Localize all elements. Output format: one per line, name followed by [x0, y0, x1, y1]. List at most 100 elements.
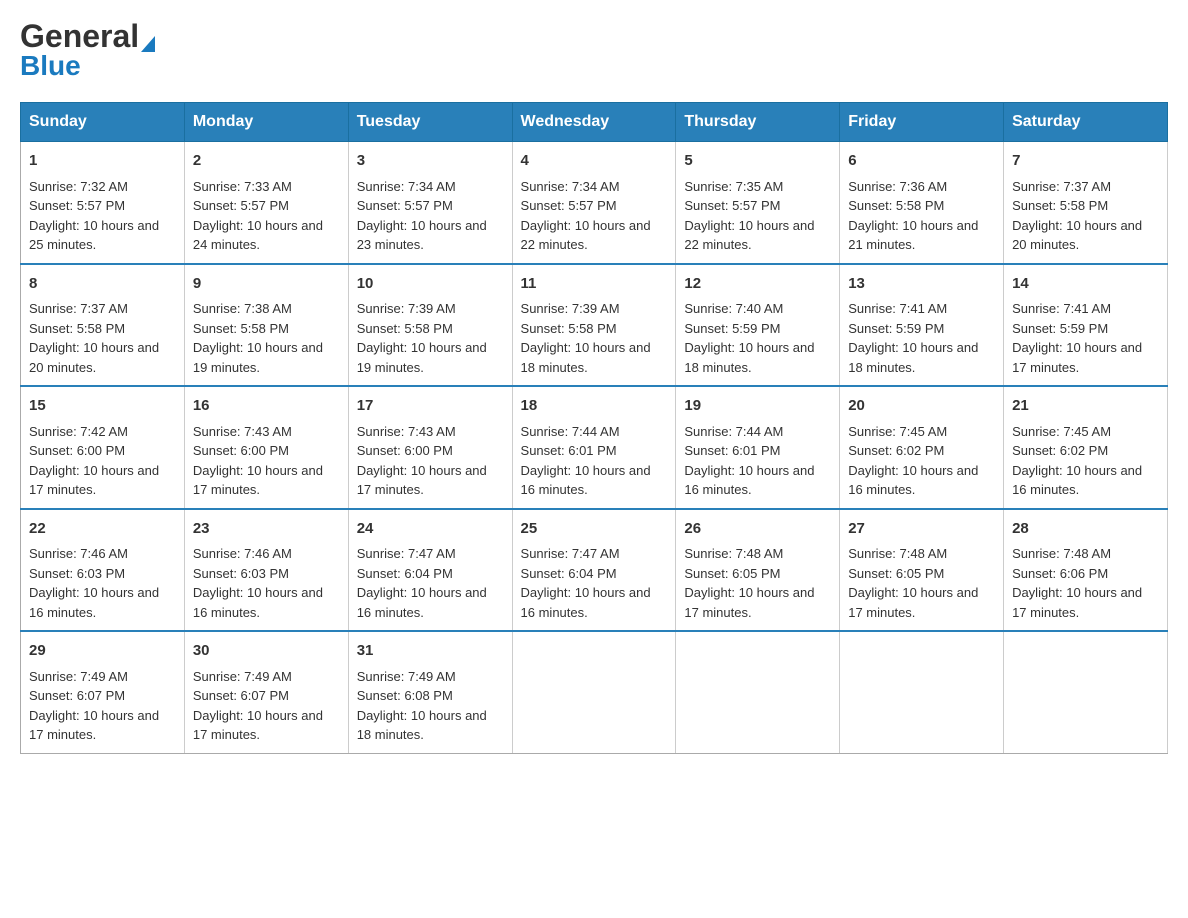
calendar-cell: 14Sunrise: 7:41 AMSunset: 5:59 PMDayligh…	[1004, 264, 1168, 387]
calendar-cell: 25Sunrise: 7:47 AMSunset: 6:04 PMDayligh…	[512, 509, 676, 632]
day-number: 5	[684, 150, 831, 173]
calendar-cell: 23Sunrise: 7:46 AMSunset: 6:03 PMDayligh…	[184, 509, 348, 632]
calendar-cell: 8Sunrise: 7:37 AMSunset: 5:58 PMDaylight…	[21, 264, 185, 387]
calendar-cell: 30Sunrise: 7:49 AMSunset: 6:07 PMDayligh…	[184, 631, 348, 753]
day-number: 8	[29, 273, 176, 296]
sunset-label: Sunset: 6:04 PM	[357, 566, 453, 581]
daylight-label: Daylight: 10 hours and 21 minutes.	[848, 218, 978, 253]
sunset-label: Sunset: 6:01 PM	[684, 443, 780, 458]
sunrise-label: Sunrise: 7:49 AM	[29, 669, 128, 684]
sunset-label: Sunset: 6:04 PM	[521, 566, 617, 581]
day-number: 7	[1012, 150, 1159, 173]
sunset-label: Sunset: 6:07 PM	[193, 688, 289, 703]
day-number: 21	[1012, 395, 1159, 418]
sunset-label: Sunset: 5:58 PM	[193, 321, 289, 336]
sunset-label: Sunset: 5:59 PM	[1012, 321, 1108, 336]
daylight-label: Daylight: 10 hours and 17 minutes.	[29, 708, 159, 743]
daylight-label: Daylight: 10 hours and 22 minutes.	[521, 218, 651, 253]
sunrise-label: Sunrise: 7:35 AM	[684, 179, 783, 194]
day-number: 25	[521, 518, 668, 541]
daylight-label: Daylight: 10 hours and 16 minutes.	[521, 463, 651, 498]
calendar-cell: 3Sunrise: 7:34 AMSunset: 5:57 PMDaylight…	[348, 142, 512, 264]
daylight-label: Daylight: 10 hours and 18 minutes.	[521, 340, 651, 375]
day-number: 11	[521, 273, 668, 296]
sunrise-label: Sunrise: 7:46 AM	[193, 546, 292, 561]
day-number: 28	[1012, 518, 1159, 541]
calendar-cell	[1004, 631, 1168, 753]
sunset-label: Sunset: 6:07 PM	[29, 688, 125, 703]
daylight-label: Daylight: 10 hours and 17 minutes.	[848, 585, 978, 620]
page-header: General Blue	[20, 20, 1168, 82]
sunrise-label: Sunrise: 7:33 AM	[193, 179, 292, 194]
daylight-label: Daylight: 10 hours and 19 minutes.	[357, 340, 487, 375]
day-header-saturday: Saturday	[1004, 103, 1168, 142]
day-number: 18	[521, 395, 668, 418]
sunset-label: Sunset: 5:57 PM	[357, 198, 453, 213]
sunrise-label: Sunrise: 7:43 AM	[193, 424, 292, 439]
sunset-label: Sunset: 6:02 PM	[848, 443, 944, 458]
calendar-cell: 7Sunrise: 7:37 AMSunset: 5:58 PMDaylight…	[1004, 142, 1168, 264]
daylight-label: Daylight: 10 hours and 16 minutes.	[1012, 463, 1142, 498]
calendar-cell: 10Sunrise: 7:39 AMSunset: 5:58 PMDayligh…	[348, 264, 512, 387]
sunrise-label: Sunrise: 7:49 AM	[357, 669, 456, 684]
sunrise-label: Sunrise: 7:34 AM	[521, 179, 620, 194]
sunset-label: Sunset: 6:05 PM	[684, 566, 780, 581]
day-number: 30	[193, 640, 340, 663]
sunset-label: Sunset: 5:57 PM	[29, 198, 125, 213]
daylight-label: Daylight: 10 hours and 18 minutes.	[684, 340, 814, 375]
daylight-label: Daylight: 10 hours and 18 minutes.	[357, 708, 487, 743]
sunset-label: Sunset: 5:57 PM	[521, 198, 617, 213]
day-header-monday: Monday	[184, 103, 348, 142]
sunset-label: Sunset: 6:03 PM	[29, 566, 125, 581]
day-header-friday: Friday	[840, 103, 1004, 142]
sunrise-label: Sunrise: 7:44 AM	[521, 424, 620, 439]
sunset-label: Sunset: 5:59 PM	[848, 321, 944, 336]
daylight-label: Daylight: 10 hours and 23 minutes.	[357, 218, 487, 253]
sunrise-label: Sunrise: 7:41 AM	[848, 301, 947, 316]
calendar-cell: 21Sunrise: 7:45 AMSunset: 6:02 PMDayligh…	[1004, 386, 1168, 509]
calendar-cell: 6Sunrise: 7:36 AMSunset: 5:58 PMDaylight…	[840, 142, 1004, 264]
sunrise-label: Sunrise: 7:48 AM	[1012, 546, 1111, 561]
daylight-label: Daylight: 10 hours and 16 minutes.	[521, 585, 651, 620]
calendar-cell: 24Sunrise: 7:47 AMSunset: 6:04 PMDayligh…	[348, 509, 512, 632]
sunset-label: Sunset: 6:05 PM	[848, 566, 944, 581]
calendar-cell: 31Sunrise: 7:49 AMSunset: 6:08 PMDayligh…	[348, 631, 512, 753]
day-header-tuesday: Tuesday	[348, 103, 512, 142]
daylight-label: Daylight: 10 hours and 19 minutes.	[193, 340, 323, 375]
day-number: 26	[684, 518, 831, 541]
sunset-label: Sunset: 5:58 PM	[29, 321, 125, 336]
sunrise-label: Sunrise: 7:41 AM	[1012, 301, 1111, 316]
day-number: 4	[521, 150, 668, 173]
daylight-label: Daylight: 10 hours and 18 minutes.	[848, 340, 978, 375]
day-header-wednesday: Wednesday	[512, 103, 676, 142]
day-number: 22	[29, 518, 176, 541]
calendar-week-4: 22 Sunrise: 7:46 AM Sunset: 6:03 PM Dayligh…	[21, 509, 1168, 632]
sunrise-label: Sunrise: 7:39 AM	[357, 301, 456, 316]
calendar-cell: 29Sunrise: 7:49 AMSunset: 6:07 PMDayligh…	[21, 631, 185, 753]
calendar-table: SundayMondayTuesdayWednesdayThursdayFrid…	[20, 102, 1168, 754]
day-number: 31	[357, 640, 504, 663]
sunset-label: Sunset: 5:58 PM	[848, 198, 944, 213]
logo-blue-text: Blue	[20, 50, 81, 82]
day-number: 23	[193, 518, 340, 541]
calendar-cell: 2Sunrise: 7:33 AMSunset: 5:57 PMDaylight…	[184, 142, 348, 264]
calendar-cell: 28Sunrise: 7:48 AMSunset: 6:06 PMDayligh…	[1004, 509, 1168, 632]
day-number: 16	[193, 395, 340, 418]
sunrise-label: Sunrise: 7:34 AM	[357, 179, 456, 194]
calendar-cell: 4 Sunrise: 7:34 AM Sunset: 5:57 PM Daylight…	[512, 142, 676, 264]
calendar-cell	[512, 631, 676, 753]
sunset-label: Sunset: 6:00 PM	[357, 443, 453, 458]
daylight-label: Daylight: 10 hours and 16 minutes.	[684, 463, 814, 498]
daylight-label: Daylight: 10 hours and 16 minutes.	[848, 463, 978, 498]
daylight-label: Daylight: 10 hours and 17 minutes.	[357, 463, 487, 498]
sunrise-label: Sunrise: 7:44 AM	[684, 424, 783, 439]
sunset-label: Sunset: 5:57 PM	[193, 198, 289, 213]
logo-arrow-icon	[141, 36, 155, 52]
sunrise-label: Sunrise: 7:43 AM	[357, 424, 456, 439]
sunrise-label: Sunrise: 7:42 AM	[29, 424, 128, 439]
day-number: 17	[357, 395, 504, 418]
sunset-label: Sunset: 5:57 PM	[684, 198, 780, 213]
daylight-label: Daylight: 10 hours and 17 minutes.	[1012, 340, 1142, 375]
day-number: 9	[193, 273, 340, 296]
day-number: 13	[848, 273, 995, 296]
